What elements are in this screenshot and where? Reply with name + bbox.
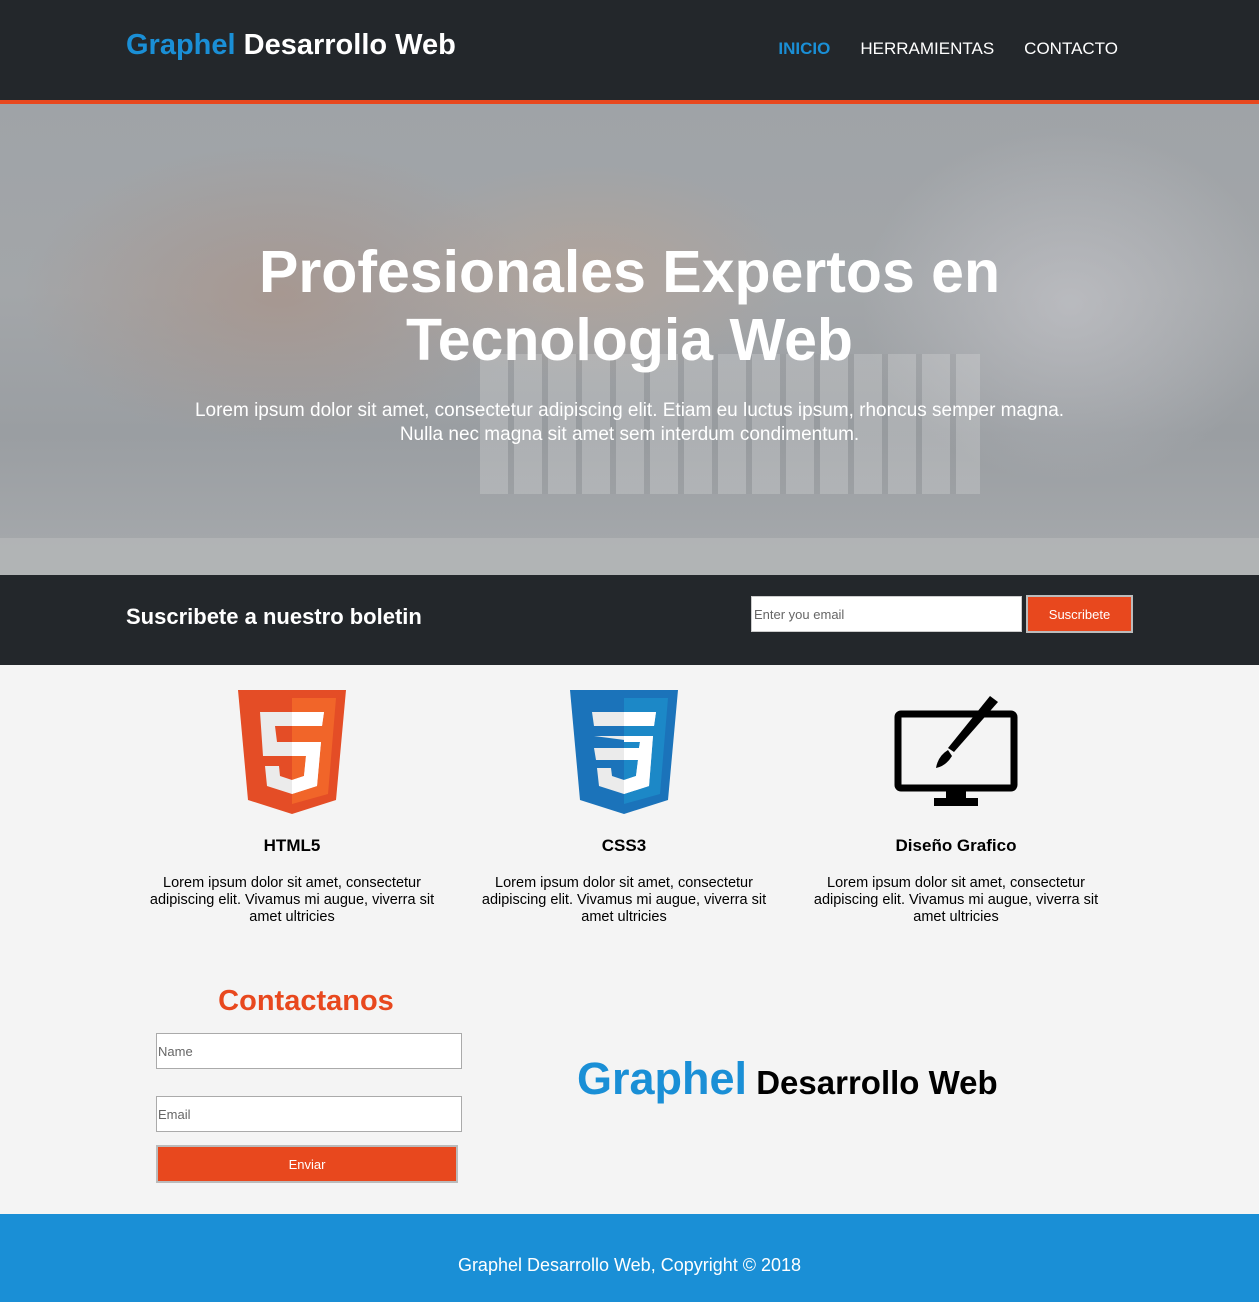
hero-text: Lorem ipsum dolor sit amet, consectetur … (140, 399, 1119, 447)
hero-bottom-strip (0, 538, 1259, 575)
footer-copyright: Graphel Desarrollo Web, Copyright © 2018 (457, 1255, 802, 1275)
css3-icon (570, 690, 678, 814)
feature-css3: CSS3 Lorem ipsum dolor sit amet, consect… (474, 690, 774, 925)
hero-banner: Profesionales Expertos en Tecnologia Web… (0, 104, 1259, 575)
newsletter-title: Suscribete a nuestro boletin (126, 604, 422, 629)
brand-rest: Desarrollo Web (235, 29, 456, 61)
brand-showcase: Graphel Desarrollo Web (577, 1053, 998, 1105)
brand-showcase-rest: Desarrollo Web (747, 1064, 998, 1101)
html5-icon (238, 690, 346, 814)
hero-text-line1: Lorem ipsum dolor sit amet, consectetur … (194, 400, 1065, 421)
nav-item-herramientas[interactable]: HERRAMIENTAS (860, 39, 994, 59)
send-button[interactable]: Enviar (156, 1145, 458, 1183)
graphic-design-monitor-icon (894, 696, 1018, 806)
brand-showcase-highlight: Graphel (577, 1053, 748, 1104)
newsletter-email-input[interactable] (751, 596, 1022, 632)
contact-email-input[interactable] (156, 1096, 462, 1132)
feature-html5: HTML5 Lorem ipsum dolor sit amet, consec… (142, 690, 442, 925)
site-logo[interactable]: Graphel Desarrollo Web (126, 29, 456, 62)
newsletter-section: Suscribete a nuestro boletin Suscribete (0, 575, 1259, 665)
brand-highlight: Graphel (126, 29, 236, 61)
site-footer: Graphel Desarrollo Web, Copyright © 2018 (0, 1214, 1259, 1302)
contact-name-input[interactable] (156, 1033, 462, 1069)
hero-title: Profesionales Expertos en Tecnologia Web (0, 238, 1259, 374)
feature-title: CSS3 (601, 836, 647, 855)
feature-text: Lorem ipsum dolor sit amet, consectetur … (481, 875, 767, 925)
feature-text: Lorem ipsum dolor sit amet, consectetur … (813, 875, 1099, 925)
hero-title-line2: Tecnologia Web (406, 307, 853, 373)
contact-title: Contactanos (218, 985, 394, 1017)
feature-text: Lorem ipsum dolor sit amet, consectetur … (149, 875, 435, 925)
hero-text-line2: Nulla nec magna sit amet sem interdum co… (399, 424, 860, 445)
nav-item-contacto[interactable]: CONTACTO (1024, 39, 1118, 59)
nav-item-inicio[interactable]: INICIO (778, 39, 830, 59)
site-header: Graphel Desarrollo Web INICIO HERRAMIENT… (0, 0, 1259, 100)
subscribe-button[interactable]: Suscribete (1026, 595, 1133, 633)
main-nav: INICIO HERRAMIENTAS CONTACTO (778, 39, 1118, 59)
hero-title-line1: Profesionales Expertos en (258, 239, 1001, 305)
feature-title: Diseño Grafico (895, 836, 1017, 855)
feature-graphic-design: Diseño Grafico Lorem ipsum dolor sit ame… (806, 690, 1106, 925)
feature-title: HTML5 (263, 836, 321, 855)
